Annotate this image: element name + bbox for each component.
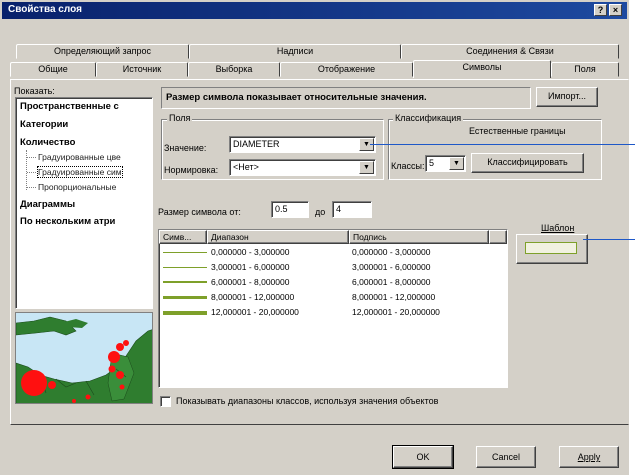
tab-joins-relates[interactable]: Соединения & Связи	[401, 44, 619, 59]
close-button[interactable]: ×	[609, 4, 622, 16]
column-header-range[interactable]: Диапазон	[207, 230, 349, 244]
symbol-swatch	[163, 252, 207, 253]
normalization-value: <Нет>	[233, 162, 259, 172]
symbol-size-to-label: до	[315, 207, 326, 217]
tree-connector	[26, 150, 27, 190]
map-preview	[15, 312, 153, 404]
show-tree: Пространственные с Категории Количество …	[15, 97, 153, 309]
cancel-button[interactable]: Cancel	[476, 446, 536, 468]
tree-connector	[27, 187, 36, 188]
classify-button[interactable]: Классифицировать	[471, 153, 584, 173]
import-button[interactable]: Импорт...	[536, 87, 598, 107]
description-text: Размер символа показывает относительные …	[166, 92, 427, 103]
table-row-label[interactable]: 8,000001 - 12,000000	[352, 292, 435, 302]
tree-item-features[interactable]: Пространственные с	[20, 101, 119, 112]
tree-item-quantities[interactable]: Количество	[20, 137, 75, 148]
description-box: Размер символа показывает относительные …	[161, 87, 531, 109]
callout-line	[370, 144, 635, 145]
map-preview-image	[16, 313, 152, 403]
classes-label: Классы:	[391, 161, 425, 171]
table-row-range[interactable]: 6,000001 - 8,000000	[211, 277, 289, 287]
class-table: Симв... Диапазон Подпись 0,000000 - 3,00…	[158, 229, 508, 388]
column-header-symbol[interactable]: Симв...	[159, 230, 207, 244]
table-row-label[interactable]: 6,000001 - 8,000000	[352, 277, 430, 287]
template-button[interactable]	[516, 234, 588, 264]
tab-general[interactable]: Общие	[10, 62, 96, 77]
classes-combo[interactable]: 5 ▼	[425, 155, 466, 172]
tree-item-proportional-symbols[interactable]: Пропорциональные	[38, 182, 116, 192]
tab-labels[interactable]: Надписи	[189, 44, 401, 59]
show-class-ranges-checkbox[interactable]	[160, 396, 171, 407]
value-label: Значение:	[164, 143, 207, 153]
template-swatch	[525, 242, 577, 254]
symbol-swatch	[163, 311, 207, 315]
table-row-label[interactable]: 0,000000 - 3,000000	[352, 247, 430, 257]
value-field-value: DIAMETER	[233, 139, 280, 149]
tree-item-multiple-attributes[interactable]: По нескольким атри	[20, 216, 115, 227]
classification-method: Естественные границы	[469, 126, 566, 136]
tree-connector	[27, 172, 36, 173]
table-row-range[interactable]: 0,000000 - 3,000000	[211, 247, 289, 257]
fields-group-label: Поля	[167, 113, 193, 123]
tab-definition-query[interactable]: Определяющий запрос	[16, 44, 189, 59]
table-row-label[interactable]: 3,000001 - 6,000000	[352, 262, 430, 272]
ok-button[interactable]: OK	[392, 445, 454, 469]
table-row-range[interactable]: 12,000001 - 20,000000	[211, 307, 299, 317]
tab-selection[interactable]: Выборка	[188, 62, 280, 77]
callout-line	[583, 239, 635, 240]
symbol-swatch	[163, 296, 207, 299]
show-label: Показать:	[14, 86, 55, 96]
column-header-label[interactable]: Подпись	[349, 230, 489, 244]
symbol-size-from-input[interactable]: 0.5	[271, 201, 309, 218]
template-label: Шаблон	[541, 223, 575, 233]
symbology-panel: Показать: Пространственные с Категории К…	[10, 79, 629, 425]
window-title: Свойства слоя	[8, 4, 82, 15]
tree-item-graduated-colors[interactable]: Градуированные цве	[38, 152, 121, 162]
dropdown-arrow-icon[interactable]: ▼	[359, 161, 374, 174]
table-row-label[interactable]: 12,000001 - 20,000000	[352, 307, 440, 317]
normalization-combo[interactable]: <Нет> ▼	[229, 159, 376, 176]
tree-item-categories[interactable]: Категории	[20, 119, 68, 130]
tree-item-charts[interactable]: Диаграммы	[20, 199, 75, 210]
table-row-range[interactable]: 3,000001 - 6,000000	[211, 262, 289, 272]
tree-connector	[27, 157, 36, 158]
value-field-combo[interactable]: DIAMETER ▼	[229, 136, 376, 153]
tree-item-graduated-symbols[interactable]: Градуированные сим	[37, 166, 123, 178]
classes-value: 5	[429, 158, 435, 168]
symbol-size-from-label: Размер символа от:	[158, 207, 241, 217]
symbol-size-to-input[interactable]: 4	[332, 201, 372, 218]
classification-group-label: Классификация	[393, 113, 464, 123]
tab-fields[interactable]: Поля	[551, 62, 619, 77]
symbol-size-from-value: 0.5	[275, 204, 288, 214]
tab-symbology[interactable]: Символы	[413, 60, 551, 78]
show-class-ranges-label: Показывать диапазоны классов, используя …	[176, 396, 439, 406]
tab-display[interactable]: Отображение	[280, 62, 413, 77]
symbol-swatch	[163, 267, 207, 268]
normalization-label: Нормировка:	[164, 165, 219, 175]
layer-properties-dialog: Свойства слоя ? × Определяющий запрос На…	[0, 0, 629, 475]
help-button[interactable]: ?	[594, 4, 607, 16]
symbol-size-to-value: 4	[336, 204, 342, 214]
symbol-swatch	[163, 281, 207, 283]
dropdown-arrow-icon[interactable]: ▼	[449, 157, 464, 170]
apply-button[interactable]: Apply	[559, 446, 619, 468]
table-row-range[interactable]: 8,000001 - 12,000000	[211, 292, 294, 302]
tab-source[interactable]: Источник	[96, 62, 188, 77]
column-header-filler	[489, 230, 507, 244]
title-bar: Свойства слоя ? ×	[2, 2, 627, 19]
